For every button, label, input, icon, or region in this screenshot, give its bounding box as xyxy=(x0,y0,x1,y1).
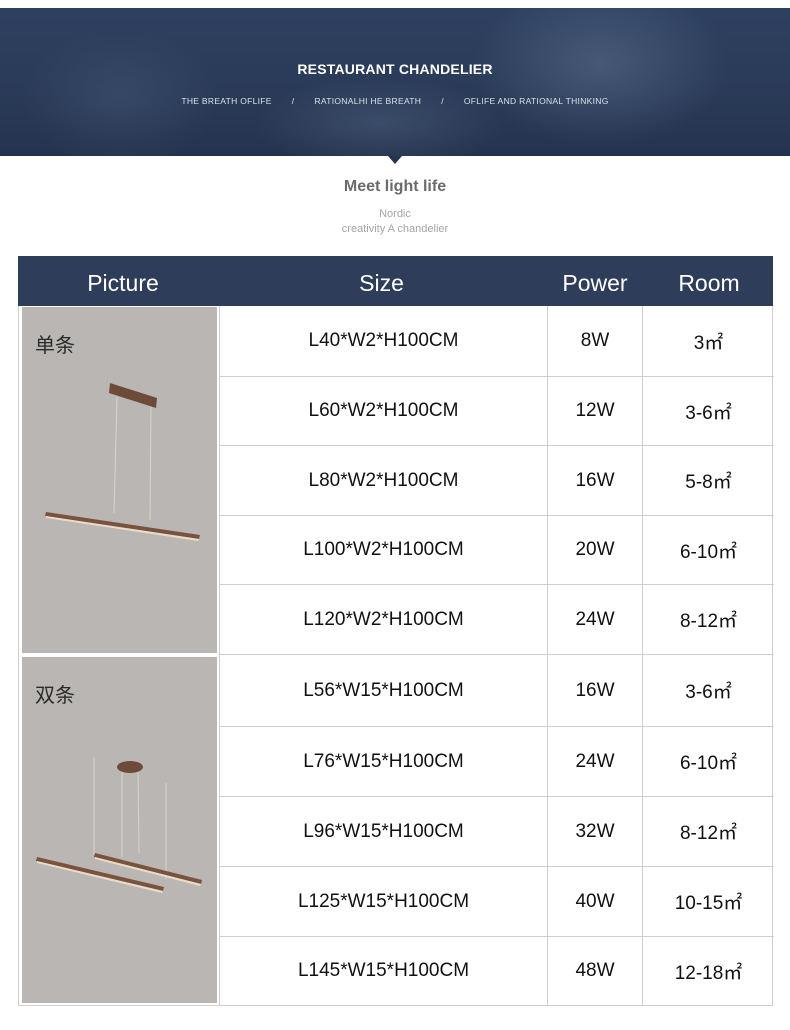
banner-title: RESTAURANT CHANDELIER xyxy=(297,61,493,77)
double-bar-pendant-icon xyxy=(36,757,202,893)
room-cell: 6-10㎡ xyxy=(642,727,774,796)
banner-subtitle-part: THE BREATH OFLIFE xyxy=(181,96,272,106)
table-row: L80*W2*H100CM 16W 5-8㎡ xyxy=(219,446,774,516)
power-cell: 24W xyxy=(547,585,642,654)
section-subtitle-line1: Nordic xyxy=(379,208,411,220)
size-cell: L125*W15*H100CM xyxy=(219,867,547,936)
table-row: L100*W2*H100CM 20W 6-10㎡ xyxy=(219,516,774,585)
banner-pointer-icon xyxy=(388,156,402,164)
banner-decoration xyxy=(20,28,220,156)
room-cell: 10-15㎡ xyxy=(642,867,774,936)
section-subtitle-line2: creativity A chandelier xyxy=(341,223,449,235)
table-row: L96*W15*H100CM 32W 8-12㎡ xyxy=(219,797,774,867)
banner-subtitle-part: RATIONALHI HE BREATH xyxy=(314,96,422,106)
header-room: Room xyxy=(678,270,740,296)
header-picture: Picture xyxy=(87,270,159,296)
room-cell: 3-6㎡ xyxy=(642,377,774,445)
header-power: Power xyxy=(562,270,628,296)
banner-subtitle-separator: / xyxy=(441,96,444,106)
single-bar-picture: 单条 xyxy=(22,307,217,653)
room-cell: 3㎡ xyxy=(642,306,774,376)
room-cell: 6-10㎡ xyxy=(642,516,774,584)
power-cell: 8W xyxy=(547,306,642,376)
table-row: L56*W15*H100CM 16W 3-6㎡ xyxy=(219,655,774,727)
power-cell: 16W xyxy=(547,655,642,726)
room-cell: 8-12㎡ xyxy=(642,797,774,866)
power-cell: 16W xyxy=(547,446,642,515)
table-header: Picture Size Power Room xyxy=(18,256,773,306)
banner-subtitle: THE BREATH OFLIFE / RATIONALHI HE BREATH… xyxy=(0,96,790,106)
spec-table: 单条 双条 L40*W2*H100CM 8W 3㎡ L60*W2*H100CM … xyxy=(18,306,774,1006)
banner-subtitle-separator: / xyxy=(291,96,295,106)
room-cell: 3-6㎡ xyxy=(642,655,774,726)
banner-subtitle-part: OFLIFE AND RATIONAL THINKING xyxy=(463,96,609,106)
table-row: L145*W15*H100CM 48W 12-18㎡ xyxy=(219,937,774,1005)
header-size: Size xyxy=(359,270,404,296)
top-banner: RESTAURANT CHANDELIER THE BREATH OFLIFE … xyxy=(0,8,790,156)
room-cell: 12-18㎡ xyxy=(642,937,774,1005)
table-row: L125*W15*H100CM 40W 10-15㎡ xyxy=(219,867,774,937)
power-cell: 20W xyxy=(547,516,642,584)
double-bar-picture: 双条 xyxy=(22,657,217,1003)
banner-decoration xyxy=(250,78,510,156)
size-cell: L100*W2*H100CM xyxy=(219,516,547,584)
size-cell: L120*W2*H100CM xyxy=(219,585,547,654)
power-cell: 24W xyxy=(547,727,642,796)
size-cell: L96*W15*H100CM xyxy=(219,797,547,866)
table-row: L60*W2*H100CM 12W 3-6㎡ xyxy=(219,377,774,446)
size-cell: L56*W15*H100CM xyxy=(219,655,547,726)
power-cell: 48W xyxy=(547,937,642,1005)
room-cell: 8-12㎡ xyxy=(642,585,774,654)
table-row: L76*W15*H100CM 24W 6-10㎡ xyxy=(219,727,774,797)
size-cell: L80*W2*H100CM xyxy=(219,446,547,515)
size-cell: L145*W15*H100CM xyxy=(219,937,547,1005)
size-cell: L40*W2*H100CM xyxy=(219,306,547,376)
single-bar-pendant-icon xyxy=(45,383,200,541)
power-cell: 40W xyxy=(547,867,642,936)
power-cell: 12W xyxy=(547,377,642,445)
table-row: L120*W2*H100CM 24W 8-12㎡ xyxy=(219,585,774,655)
size-cell: L76*W15*H100CM xyxy=(219,727,547,796)
size-cell: L60*W2*H100CM xyxy=(219,377,547,445)
table-row: L40*W2*H100CM 8W 3㎡ xyxy=(219,306,774,377)
power-cell: 32W xyxy=(547,797,642,866)
section-title: Meet light life xyxy=(343,178,447,195)
room-cell: 5-8㎡ xyxy=(642,446,774,515)
